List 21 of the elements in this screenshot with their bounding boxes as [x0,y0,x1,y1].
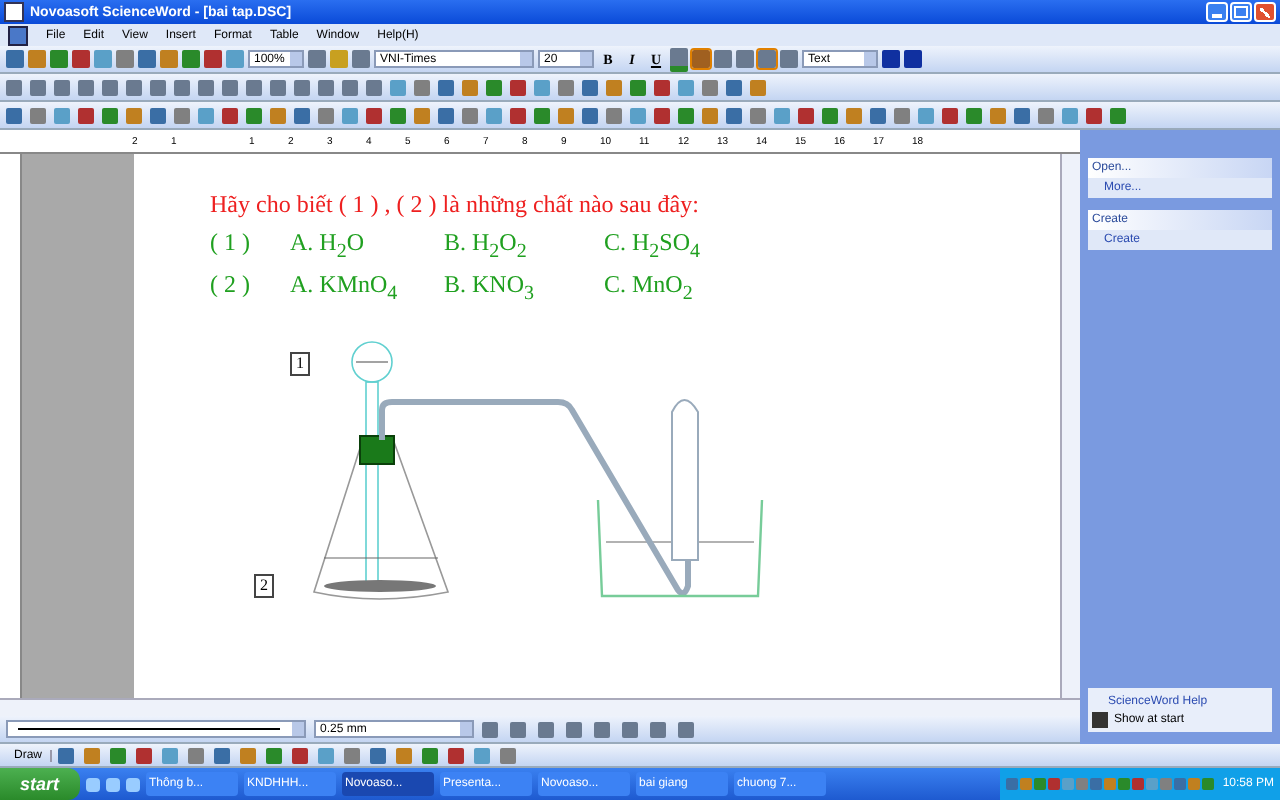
start-button[interactable]: start [0,768,80,800]
document-icon[interactable] [8,25,28,45]
close-button[interactable] [1254,2,1276,22]
restore-button[interactable] [1230,2,1252,22]
answer-option: C. MnO$_{2}$ [604,270,758,306]
item-label: ( 2 ) [210,270,252,303]
minimize-button[interactable] [1206,2,1228,22]
figure-label: 1 [290,351,310,376]
answer-option: A. KMnO$_{4}$ [290,270,444,306]
answer-option: A. H$_{2}$O [290,228,444,263]
checkbox[interactable] [1092,712,1108,728]
question-text: Hãy cho biết ( 1 ) , ( 2 ) là những chất nào sau đây: [210,190,701,220]
answer-option: B. H$_{2}$O$_{2}$ [444,228,604,263]
item-label: ( 1 ) [210,228,252,260]
vertical-scrollbar[interactable] [1060,154,1080,698]
figure-label: 2 [254,573,274,598]
horizontal-scrollbar[interactable] [0,698,1080,716]
line-style-dropdown[interactable] [6,720,306,738]
answer-option: B. KNO$_{3}$ [444,270,604,306]
answer-option: C. H$_{2}$SO$_{4}$ [604,228,758,263]
app-icon [4,2,24,22]
